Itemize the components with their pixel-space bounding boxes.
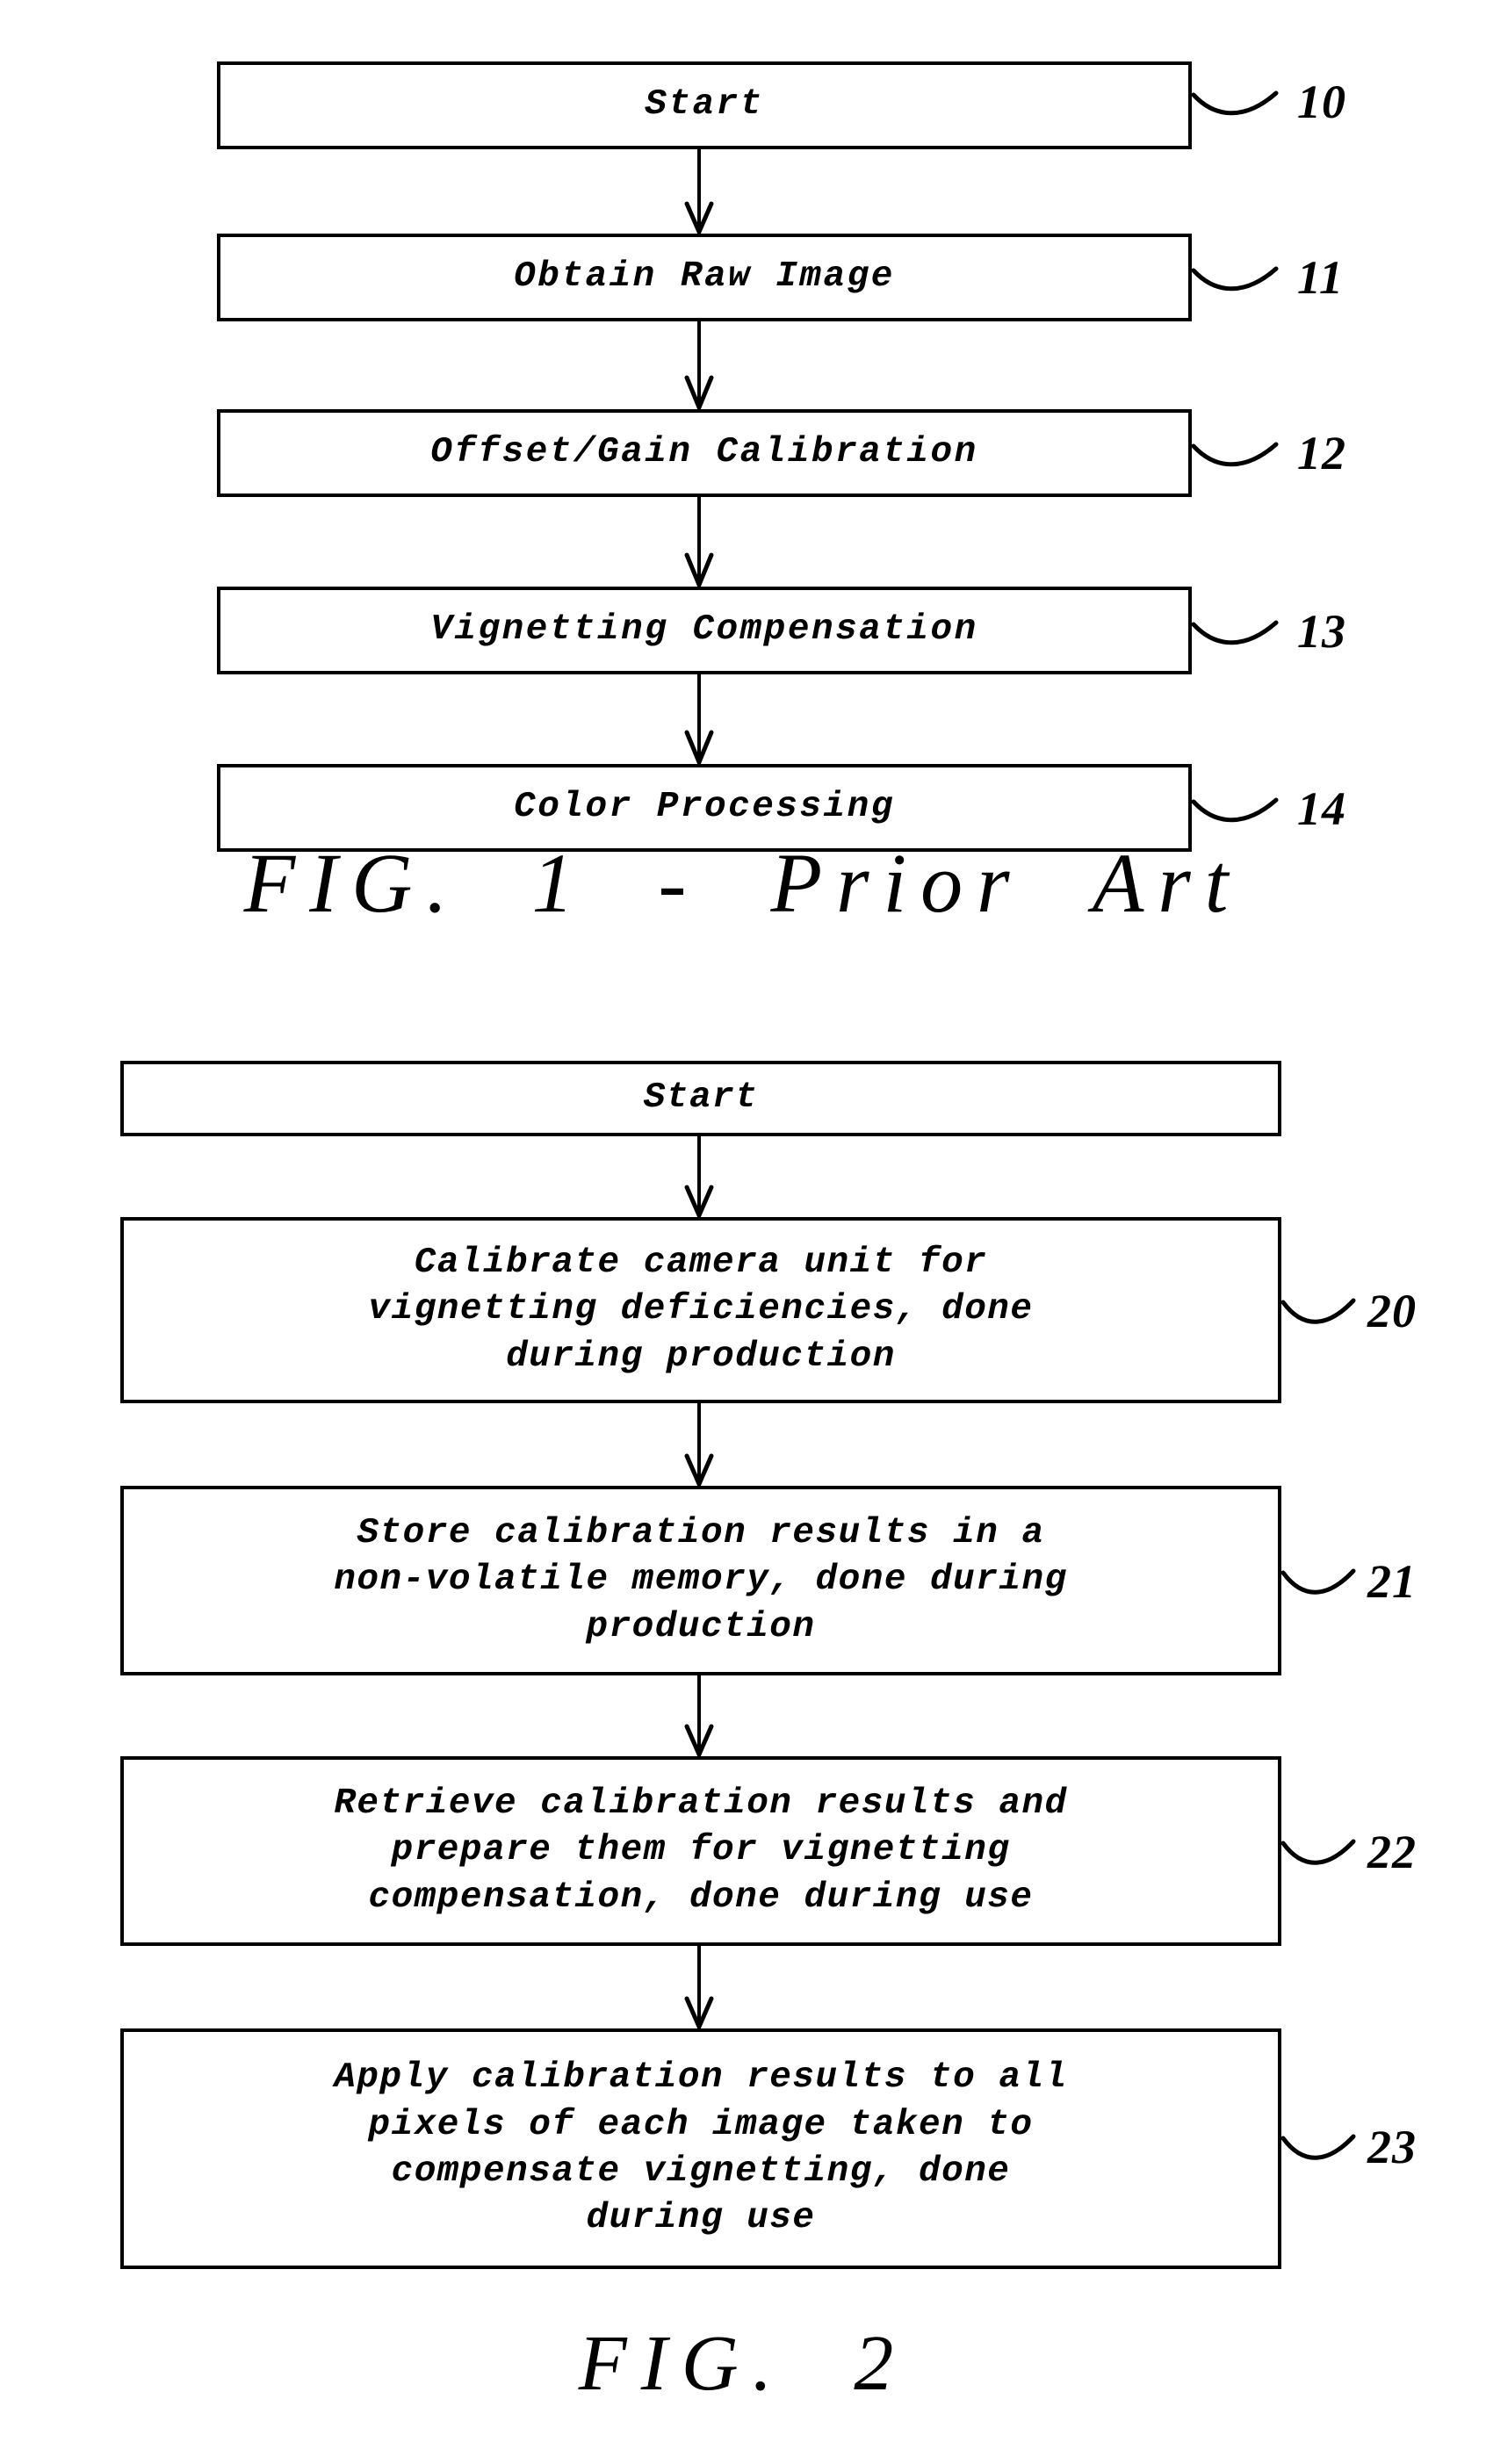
fig2-step-label-retrieve-calibration-results: Retrieve calibration results and prepare… xyxy=(334,1783,1068,1918)
leader-line-icon xyxy=(1192,620,1279,645)
fig1-ref-number-14: 14 xyxy=(1297,782,1346,835)
fig2-step-label-store-calibration-results: Store calibration results in a non-volat… xyxy=(334,1513,1068,1647)
fig1-ref-number-11: 11 xyxy=(1297,251,1345,304)
fig1-step-label-color-processing: Color Processing xyxy=(514,787,895,828)
fig1-reference-numeral-14: 14 xyxy=(1192,782,1346,836)
leader-line-icon xyxy=(1281,1568,1356,1595)
fig1-connector-arrow-4 xyxy=(684,674,714,764)
fig1-connector-arrow-3 xyxy=(684,497,714,587)
figure-2-caption: FIG. 2 xyxy=(578,2320,908,2407)
fig2-ref-number-23: 23 xyxy=(1367,2121,1417,2173)
fig2-connector-arrow-1 xyxy=(684,1136,714,1217)
fig1-reference-numeral-10: 10 xyxy=(1192,75,1346,129)
leader-line-icon xyxy=(1192,90,1279,116)
fig1-connector-arrow-1 xyxy=(684,149,714,234)
leader-line-icon xyxy=(1281,1839,1356,1865)
leader-line-icon xyxy=(1281,1298,1356,1324)
fig1-step-box-vignetting-compensation: Vignetting Compensation xyxy=(217,587,1192,674)
fig1-step-label-vignetting-compensation: Vignetting Compensation xyxy=(430,609,978,651)
fig2-step-box-retrieve-calibration-results: Retrieve calibration results and prepare… xyxy=(120,1756,1281,1946)
fig2-step-box-store-calibration-results: Store calibration results in a non-volat… xyxy=(120,1486,1281,1675)
fig1-step-label-obtain-raw-image: Obtain Raw Image xyxy=(514,256,895,298)
leader-line-icon xyxy=(1192,442,1279,467)
fig2-reference-numeral-23: 23 xyxy=(1281,2120,1417,2174)
fig1-connector-arrow-2 xyxy=(684,321,714,409)
fig2-step-label-calibrate-camera-unit: Calibrate camera unit for vignetting def… xyxy=(368,1243,1034,1377)
fig1-step-box-offset-gain-calibration: Offset/Gain Calibration xyxy=(217,409,1192,497)
fig2-step-label-apply-calibration-results: Apply calibration results to all pixels … xyxy=(334,2057,1068,2239)
leader-line-icon xyxy=(1281,2134,1356,2160)
fig2-reference-numeral-22: 22 xyxy=(1281,1825,1417,1879)
fig1-reference-numeral-13: 13 xyxy=(1192,604,1346,659)
fig2-reference-numeral-20: 20 xyxy=(1281,1284,1417,1338)
fig1-step-box-obtain-raw-image: Obtain Raw Image xyxy=(217,234,1192,321)
fig2-connector-arrow-3 xyxy=(684,1675,714,1756)
fig2-ref-number-20: 20 xyxy=(1367,1285,1417,1337)
fig1-step-label-start: Start xyxy=(645,84,764,126)
fig1-ref-number-12: 12 xyxy=(1297,427,1346,479)
fig2-connector-arrow-2 xyxy=(684,1403,714,1486)
fig2-step-label-start: Start xyxy=(643,1077,759,1119)
fig2-reference-numeral-21: 21 xyxy=(1281,1554,1417,1609)
fig1-ref-number-13: 13 xyxy=(1297,605,1346,658)
fig1-reference-numeral-12: 12 xyxy=(1192,426,1346,480)
figure-1-caption: FIG. 1 - Prior Art xyxy=(243,836,1243,930)
fig2-step-box-apply-calibration-results: Apply calibration results to all pixels … xyxy=(120,2028,1281,2269)
fig2-connector-arrow-4 xyxy=(684,1946,714,2028)
fig2-step-box-calibrate-camera-unit: Calibrate camera unit for vignetting def… xyxy=(120,1217,1281,1403)
fig1-ref-number-10: 10 xyxy=(1297,76,1346,128)
leader-line-icon xyxy=(1192,266,1279,292)
fig1-reference-numeral-11: 11 xyxy=(1192,250,1344,305)
fig2-ref-number-22: 22 xyxy=(1367,1826,1417,1878)
fig1-step-box-start: Start xyxy=(217,61,1192,149)
patent-drawing-sheet: Start 10 Obtain Raw Image 11 Offset/Gain… xyxy=(0,0,1486,2464)
fig2-step-box-start: Start xyxy=(120,1061,1281,1136)
fig1-step-label-offset-gain-calibration: Offset/Gain Calibration xyxy=(430,432,978,473)
fig2-ref-number-21: 21 xyxy=(1367,1555,1417,1608)
leader-line-icon xyxy=(1192,797,1279,823)
